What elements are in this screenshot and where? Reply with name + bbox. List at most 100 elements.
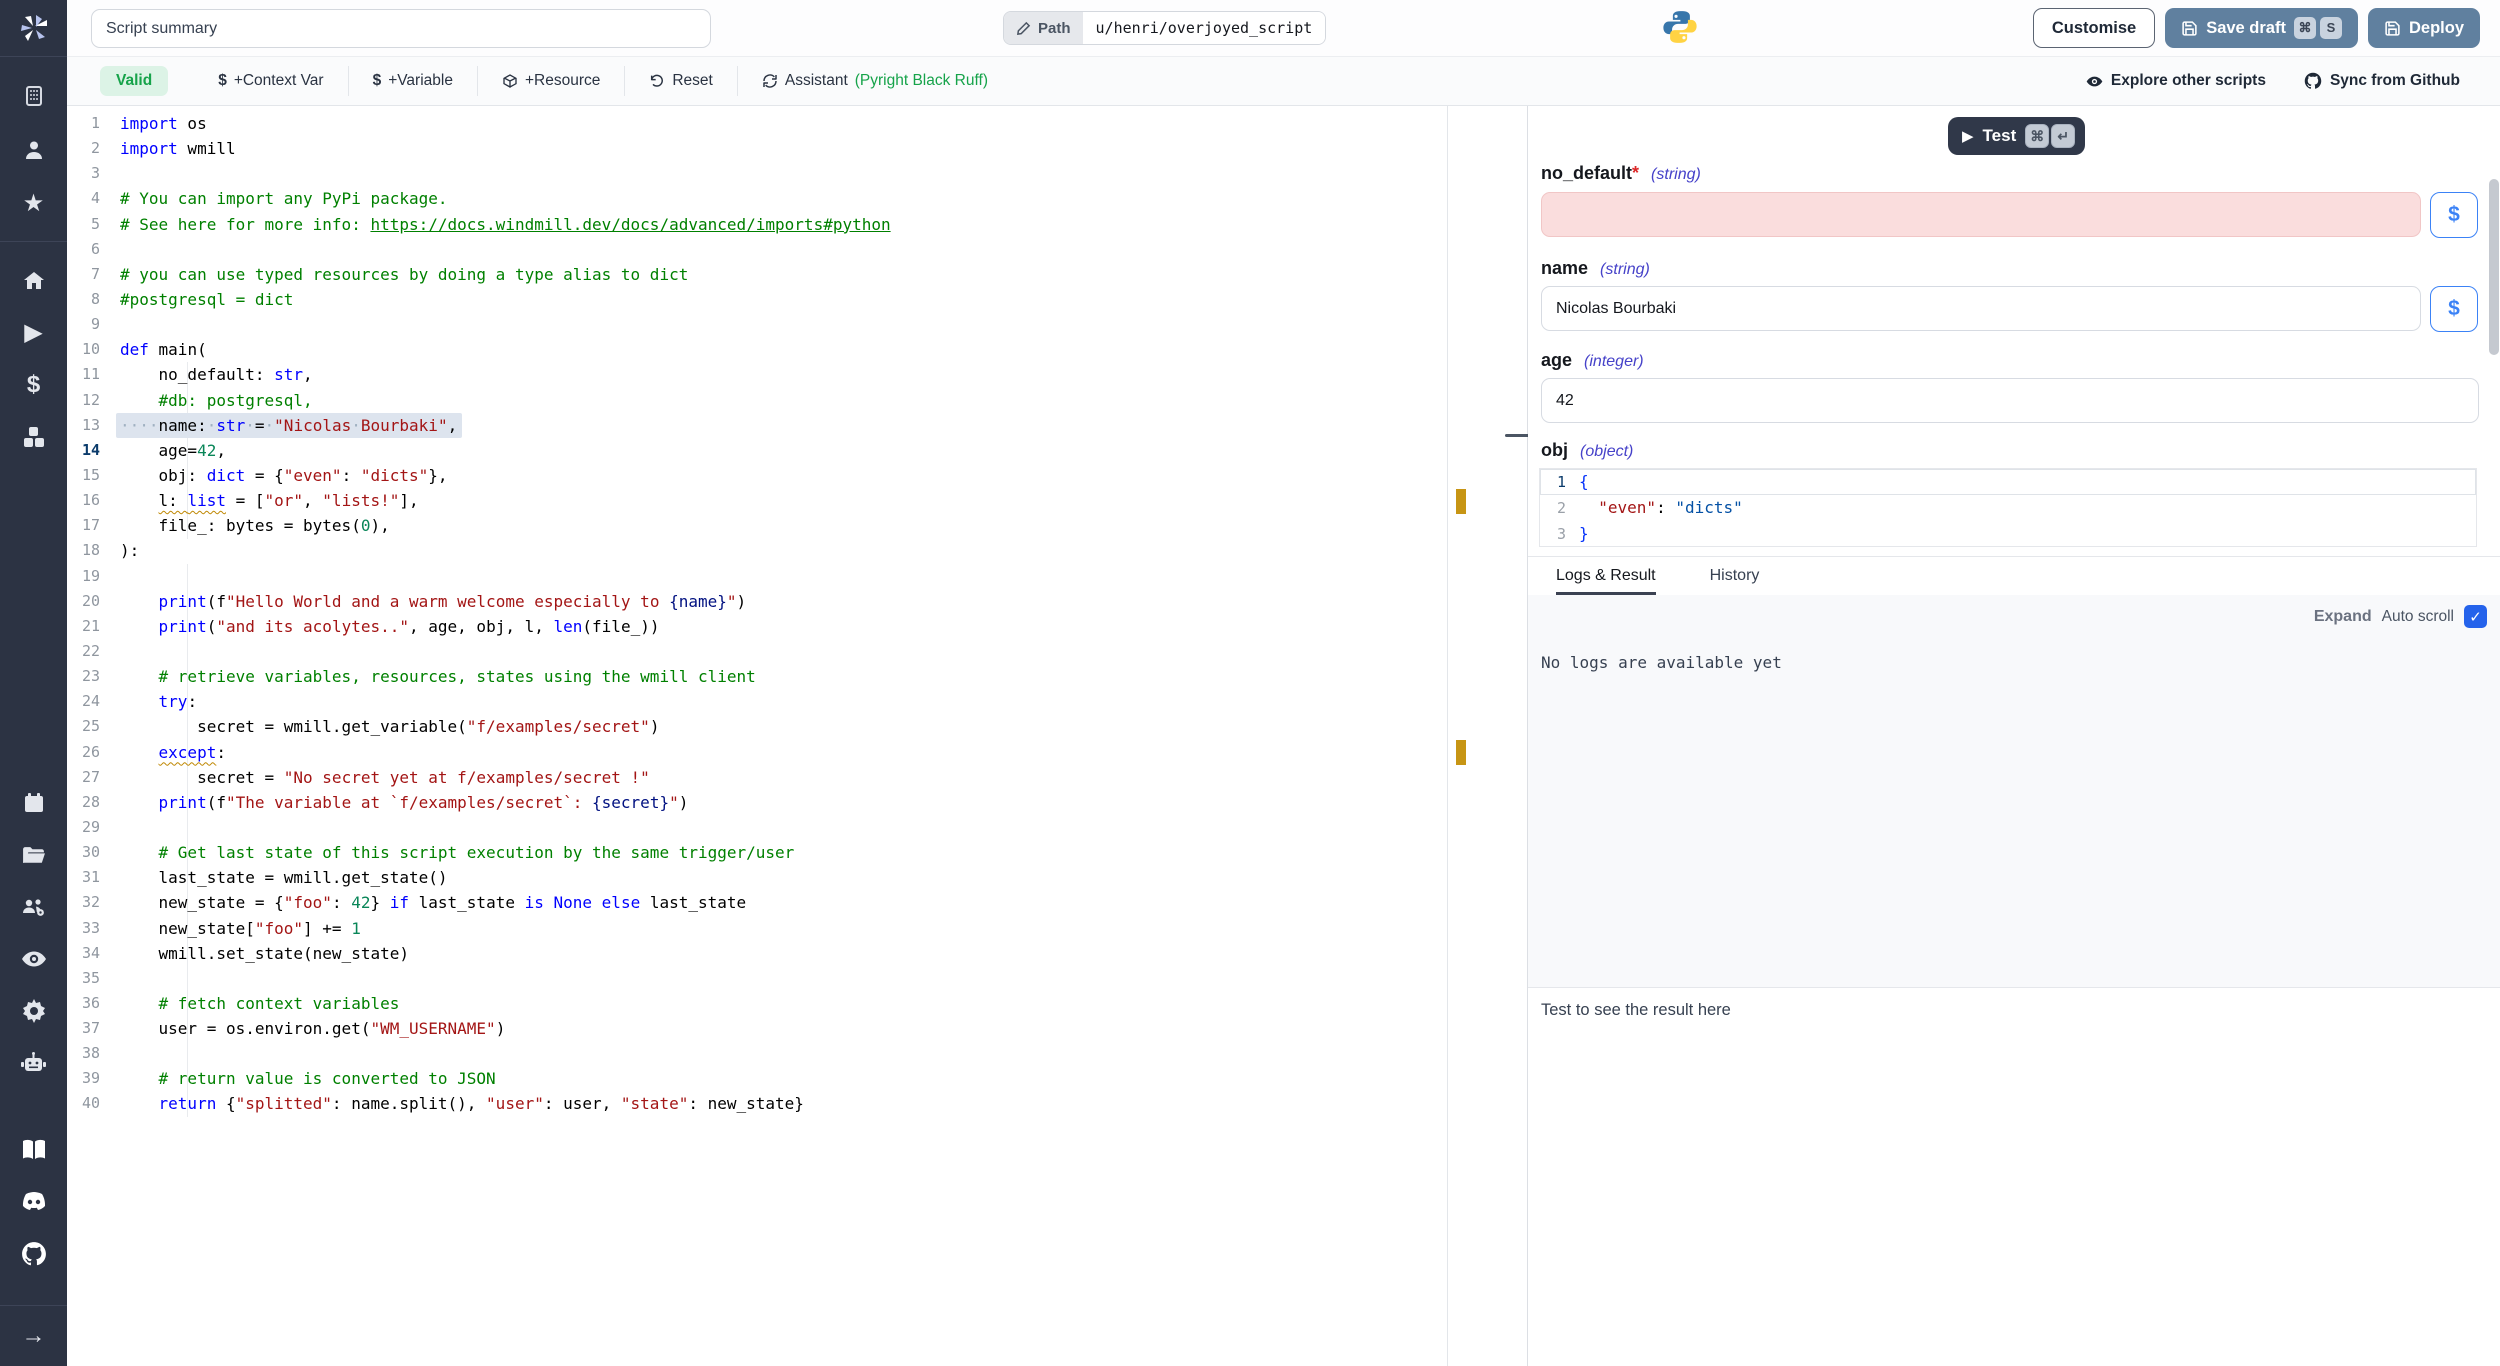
line-number: 37 xyxy=(67,1016,100,1041)
path-label: Path xyxy=(1038,20,1071,37)
code-line[interactable]: 36 # fetch context variables xyxy=(67,991,1506,1016)
code-line[interactable]: 35 xyxy=(67,966,1506,991)
code-line[interactable]: 39 # return value is converted to JSON xyxy=(67,1066,1506,1091)
line-number: 29 xyxy=(67,815,100,840)
windmill-logo[interactable] xyxy=(0,0,67,56)
test-button[interactable]: ▶ Test ⌘↵ xyxy=(1948,117,2085,155)
code-line[interactable]: 3 xyxy=(67,161,1506,186)
code-line[interactable]: 12 #db: postgresql, xyxy=(67,388,1506,413)
script-summary-input[interactable] xyxy=(91,9,711,48)
field-type: (object) xyxy=(1580,443,1633,460)
account-icon xyxy=(22,138,46,162)
code-line[interactable]: 16 l: list = ["or", "lists!"], xyxy=(67,488,1506,513)
code-line[interactable]: 38 xyxy=(67,1041,1506,1066)
explore-other-scripts-button[interactable]: Explore other scripts xyxy=(2086,72,2266,90)
code-line[interactable]: 30 # Get last state of this script execu… xyxy=(67,840,1506,865)
sidebar-item-variables[interactable]: $ xyxy=(0,362,67,408)
save-draft-button[interactable]: Save draft ⌘S xyxy=(2165,8,2358,48)
json-line: 3 } xyxy=(1540,521,2476,547)
variable-label: +Variable xyxy=(388,72,453,90)
obj-json-editor[interactable]: 1 { 2 "even": "dicts" 3 } xyxy=(1539,468,2477,547)
field-name: no_default xyxy=(1541,163,1632,183)
code-line[interactable]: 18): xyxy=(67,538,1506,563)
field-name: name xyxy=(1541,258,1588,278)
deploy-button[interactable]: Deploy xyxy=(2368,8,2480,48)
eye-icon xyxy=(2086,73,2103,90)
path-badge[interactable]: Path u/henri/overjoyed_script xyxy=(1003,11,1326,45)
code-line[interactable]: 17 file_: bytes = bytes(0), xyxy=(67,513,1506,538)
sidebar-item-github[interactable] xyxy=(0,1231,67,1277)
sidebar-item-discord[interactable] xyxy=(0,1179,67,1225)
code-line[interactable]: 19 xyxy=(67,564,1506,589)
code-line[interactable]: 22 xyxy=(67,639,1506,664)
add-context-var-button[interactable]: $ +Context Var xyxy=(194,66,347,96)
code-line[interactable]: 2import wmill xyxy=(67,136,1506,161)
code-line[interactable]: 40 return {"splitted": name.split(), "us… xyxy=(67,1091,1506,1116)
code-line[interactable]: 20 print(f"Hello World and a warm welcom… xyxy=(67,589,1506,614)
code-line[interactable]: 27 secret = "No secret yet at f/examples… xyxy=(67,765,1506,790)
panel-scrollbar[interactable] xyxy=(2489,179,2499,355)
sidebar-item-docs[interactable] xyxy=(0,1127,67,1173)
expand-button[interactable]: Expand xyxy=(2314,608,2372,626)
sidebar-item-schedules[interactable] xyxy=(0,780,67,826)
code-line[interactable]: 8#postgresql = dict xyxy=(67,287,1506,312)
dollar-icon: $ xyxy=(218,72,227,90)
code-line[interactable]: 5# See here for more info: https://docs.… xyxy=(67,212,1506,237)
code-line[interactable]: 31 last_state = wmill.get_state() xyxy=(67,865,1506,890)
no-default-input[interactable] xyxy=(1541,192,2421,237)
sync-from-github-button[interactable]: Sync from Github xyxy=(2304,72,2460,90)
sidebar-item-home[interactable] xyxy=(0,258,67,304)
code-line[interactable]: 26 except: xyxy=(67,740,1506,765)
code-line[interactable]: 25 secret = wmill.get_variable("f/exampl… xyxy=(67,714,1506,739)
name-variable-picker-button[interactable]: $ xyxy=(2430,286,2478,332)
sidebar: ★ ▶ $ xyxy=(0,0,67,1366)
code-line[interactable]: 10def main( xyxy=(67,337,1506,362)
age-input[interactable] xyxy=(1541,378,2479,423)
code-line[interactable]: 23 # retrieve variables, resources, stat… xyxy=(67,664,1506,689)
sidebar-item-resources[interactable] xyxy=(0,414,67,460)
code-line[interactable]: 28 print(f"The variable at `f/examples/s… xyxy=(67,790,1506,815)
test-panel: ▶ Test ⌘↵ no_default* (string) $ name (s… xyxy=(1528,106,2500,1366)
customise-button[interactable]: Customise xyxy=(2033,8,2155,48)
code-editor[interactable]: 1import os2import wmill34# You can impor… xyxy=(67,106,1506,1366)
code-line[interactable]: 24 try: xyxy=(67,689,1506,714)
sidebar-expand[interactable]: → xyxy=(0,1306,67,1366)
sidebar-item-workspace[interactable] xyxy=(0,73,67,119)
add-resource-button[interactable]: +Resource xyxy=(477,66,624,96)
code-line[interactable]: 9 xyxy=(67,312,1506,337)
reset-button[interactable]: Reset xyxy=(624,66,737,96)
sidebar-item-ai-assistant[interactable] xyxy=(0,1040,67,1086)
sidebar-item-settings[interactable] xyxy=(0,988,67,1034)
sidebar-item-folders[interactable] xyxy=(0,832,67,878)
code-line[interactable]: 34 wmill.set_state(new_state) xyxy=(67,941,1506,966)
autoscroll-label: Auto scroll xyxy=(2382,608,2454,626)
code-line[interactable]: 13····name:·str·=·"Nicolas·Bourbaki", xyxy=(67,413,1506,438)
code-line[interactable]: 1import os xyxy=(67,111,1506,136)
code-line[interactable]: 14 age=42, xyxy=(67,438,1506,463)
line-number: 21 xyxy=(67,614,100,639)
code-line[interactable]: 6 xyxy=(67,237,1506,262)
sidebar-item-favorites[interactable]: ★ xyxy=(0,181,67,227)
code-line[interactable]: 33 new_state["foo"] += 1 xyxy=(67,916,1506,941)
code-line[interactable]: 29 xyxy=(67,815,1506,840)
sidebar-item-runs[interactable]: ▶ xyxy=(0,310,67,356)
sidebar-item-account[interactable] xyxy=(0,127,67,173)
collapse-sidebar-icon: → xyxy=(22,1324,46,1348)
tab-logs-result[interactable]: Logs & Result xyxy=(1556,557,1656,595)
field-type: (string) xyxy=(1600,261,1650,278)
sidebar-item-groups[interactable] xyxy=(0,884,67,930)
code-line[interactable]: 15 obj: dict = {"even": "dicts"}, xyxy=(67,463,1506,488)
code-line[interactable]: 11 no_default: str, xyxy=(67,362,1506,387)
sidebar-item-audit-logs[interactable] xyxy=(0,936,67,982)
code-line[interactable]: 37 user = os.environ.get("WM_USERNAME") xyxy=(67,1016,1506,1041)
autoscroll-checkbox[interactable]: ✓ xyxy=(2464,605,2487,628)
code-line[interactable]: 21 print("and its acolytes..", age, obj,… xyxy=(67,614,1506,639)
code-line[interactable]: 4# You can import any PyPi package. xyxy=(67,186,1506,211)
code-line[interactable]: 32 new_state = {"foo": 42} if last_state… xyxy=(67,890,1506,915)
add-variable-button[interactable]: $ +Variable xyxy=(348,66,477,96)
no-default-variable-picker-button[interactable]: $ xyxy=(2430,192,2478,238)
tab-history[interactable]: History xyxy=(1710,557,1760,595)
assistant-button[interactable]: Assistant (Pyright Black Ruff) xyxy=(737,66,1012,96)
code-line[interactable]: 7# you can use typed resources by doing … xyxy=(67,262,1506,287)
name-input[interactable] xyxy=(1541,286,2421,331)
